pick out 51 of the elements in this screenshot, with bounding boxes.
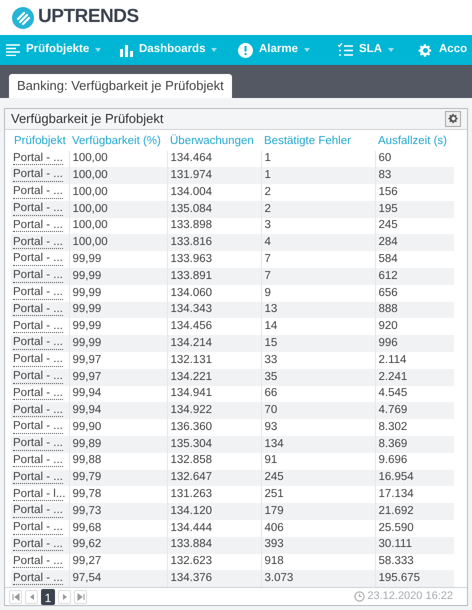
- monitor-link[interactable]: Portal - ...: [13, 337, 63, 350]
- menu-icon: [6, 44, 20, 56]
- monitor-link[interactable]: Portal - l...: [13, 488, 63, 502]
- monitor-link[interactable]: Portal - ...: [13, 388, 63, 400]
- table-cell: 195.675: [375, 570, 454, 588]
- monitor-link[interactable]: Portal - ...: [13, 186, 63, 199]
- table-cell: 3.073: [261, 570, 375, 588]
- monitor-link[interactable]: Portal - ...: [13, 304, 63, 316]
- monitor-link[interactable]: Portal - ...: [13, 169, 63, 182]
- monitor-link[interactable]: Portal - ...: [13, 538, 63, 552]
- monitor-link[interactable]: Portal - ...: [13, 320, 63, 334]
- monitor-link[interactable]: Portal - ...: [13, 203, 63, 216]
- tab[interactable]: Banking: Verfügbarkeit je Prüfobjekt: [9, 74, 232, 98]
- monitor-link[interactable]: Portal - ...: [13, 454, 63, 468]
- last-page-button[interactable]: [74, 590, 87, 604]
- monitor-link[interactable]: Portal - ...: [13, 152, 63, 166]
- first-page-icon: [12, 592, 20, 601]
- settings-button[interactable]: [445, 110, 461, 127]
- timestamp: 23.12.2020 16:22: [367, 589, 453, 604]
- monitor-link[interactable]: Portal - ...: [13, 522, 63, 535]
- monitor-link[interactable]: Portal - ...: [13, 505, 63, 518]
- monitor-link[interactable]: Portal - ...: [13, 556, 63, 568]
- monitor-link[interactable]: Portal - ...: [13, 236, 63, 250]
- alert-icon: [238, 42, 253, 58]
- monitor-link[interactable]: Portal - ...: [13, 472, 63, 484]
- first-page-button[interactable]: [9, 590, 22, 604]
- last-page-icon: [76, 592, 84, 601]
- logo-icon: [12, 6, 34, 28]
- monitor-link[interactable]: Portal - ...: [13, 354, 63, 367]
- page-button[interactable]: 1: [41, 588, 55, 605]
- next-page-icon: [60, 592, 68, 601]
- prev-page-icon: [28, 592, 36, 601]
- monitor-link[interactable]: Portal - ...: [13, 421, 63, 434]
- table-cell: 134.376: [167, 570, 261, 588]
- monitor-link[interactable]: Portal - ...: [13, 220, 63, 232]
- monitor-link[interactable]: Portal - ...: [13, 371, 63, 384]
- monitor-link[interactable]: Portal - ...: [13, 404, 63, 418]
- monitor-link[interactable]: Portal - ...: [13, 572, 63, 586]
- monitor-link[interactable]: Portal - ...: [13, 287, 63, 300]
- prev-page-button[interactable]: [25, 590, 38, 604]
- checklist-icon: [338, 43, 353, 57]
- logo-text: UPTRENDS: [38, 5, 139, 30]
- table-cell: 97,54: [69, 570, 167, 588]
- monitor-link[interactable]: Portal - ...: [13, 253, 63, 266]
- bar-chart-icon: [120, 44, 133, 56]
- next-page-button[interactable]: [58, 590, 71, 604]
- gear-icon: [418, 42, 433, 58]
- clock-icon: [354, 591, 366, 602]
- monitor-link[interactable]: Portal - ...: [13, 438, 63, 451]
- monitor-link[interactable]: Portal - ...: [13, 270, 63, 283]
- panel-title: Verfügbarkeit je Prüfobjekt: [11, 110, 164, 128]
